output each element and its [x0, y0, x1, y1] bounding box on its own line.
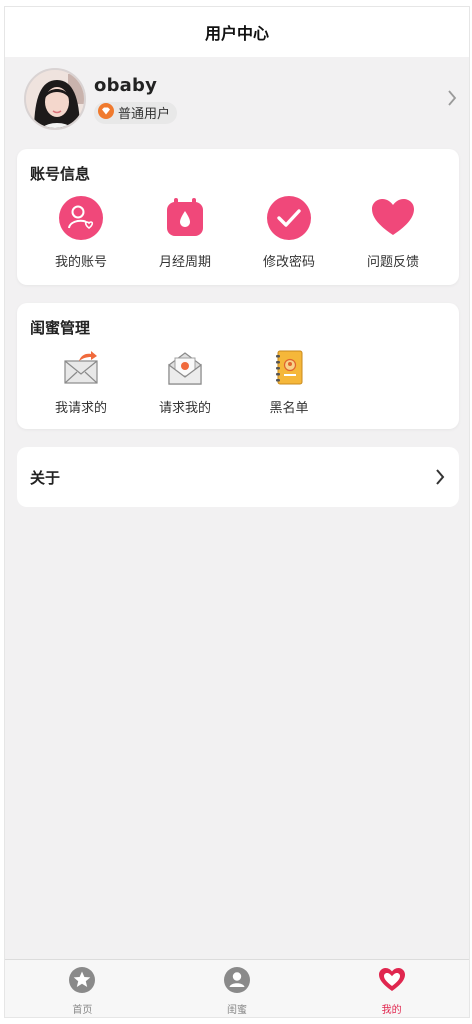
- feedback-item[interactable]: 问题反馈: [343, 195, 443, 270]
- my-requests-item[interactable]: 我请求的: [31, 349, 131, 416]
- chevron-right-icon: [435, 468, 445, 490]
- calendar-drop-icon: [162, 195, 208, 245]
- about-label: 关于: [30, 469, 61, 487]
- chevron-right-icon[interactable]: [447, 89, 457, 111]
- change-password-item[interactable]: 修改密码: [239, 195, 339, 270]
- tab-mine-label: 我的: [381, 1005, 402, 1016]
- requests-to-me-label: 请求我的: [158, 401, 211, 416]
- diamond-badge-icon: [98, 102, 114, 123]
- star-icon: [68, 966, 96, 998]
- tab-bestie[interactable]: 闺蜜: [160, 960, 315, 1017]
- tab-home[interactable]: 首页: [5, 960, 160, 1017]
- bestie-management-title: 闺蜜管理: [30, 319, 91, 337]
- tab-home-label: 首页: [72, 1005, 93, 1016]
- heart-icon: [378, 966, 406, 998]
- tab-mine[interactable]: 我的: [314, 960, 469, 1017]
- menstrual-cycle-item[interactable]: 月经周期: [135, 195, 235, 270]
- app-frame: 用户中心 obaby 普通用户 账号信息 我的账号 月经周期 修改密码 问题反馈…: [4, 6, 470, 1018]
- account-info-title: 账号信息: [30, 165, 91, 183]
- my-account-label: 我的账号: [54, 255, 107, 270]
- account-info-card: 账号信息 我的账号 月经周期 修改密码 问题反馈: [17, 149, 459, 285]
- address-book-icon: [269, 349, 309, 391]
- tab-bar: 首页 闺蜜 我的: [5, 959, 469, 1017]
- change-password-label: 修改密码: [262, 255, 315, 270]
- envelope-send-icon: [61, 349, 101, 391]
- page-title: 用户中心: [204, 24, 269, 43]
- heart-icon: [370, 195, 416, 245]
- blacklist-item[interactable]: 黑名单: [239, 349, 339, 416]
- feedback-label: 问题反馈: [366, 255, 419, 270]
- user-level-badge: 普通用户: [94, 101, 178, 124]
- envelope-open-icon: [165, 349, 205, 391]
- about-row[interactable]: 关于: [17, 447, 459, 507]
- my-requests-label: 我请求的: [54, 401, 107, 416]
- bestie-management-card: 闺蜜管理 我请求的 请求我的 黑名单: [17, 303, 459, 429]
- user-level-label: 普通用户: [118, 107, 171, 122]
- username: obaby: [94, 74, 158, 96]
- my-account-item[interactable]: 我的账号: [31, 195, 131, 270]
- blacklist-label: 黑名单: [269, 401, 309, 416]
- requests-to-me-item[interactable]: 请求我的: [135, 349, 235, 416]
- person-icon: [223, 966, 251, 998]
- navbar: 用户中心: [5, 7, 469, 57]
- check-circle-icon: [266, 195, 312, 245]
- profile-header[interactable]: obaby 普通用户: [5, 59, 469, 139]
- user-heart-icon: [58, 195, 104, 245]
- menstrual-cycle-label: 月经周期: [158, 255, 211, 270]
- tab-bestie-label: 闺蜜: [227, 1005, 247, 1016]
- avatar[interactable]: [24, 68, 86, 130]
